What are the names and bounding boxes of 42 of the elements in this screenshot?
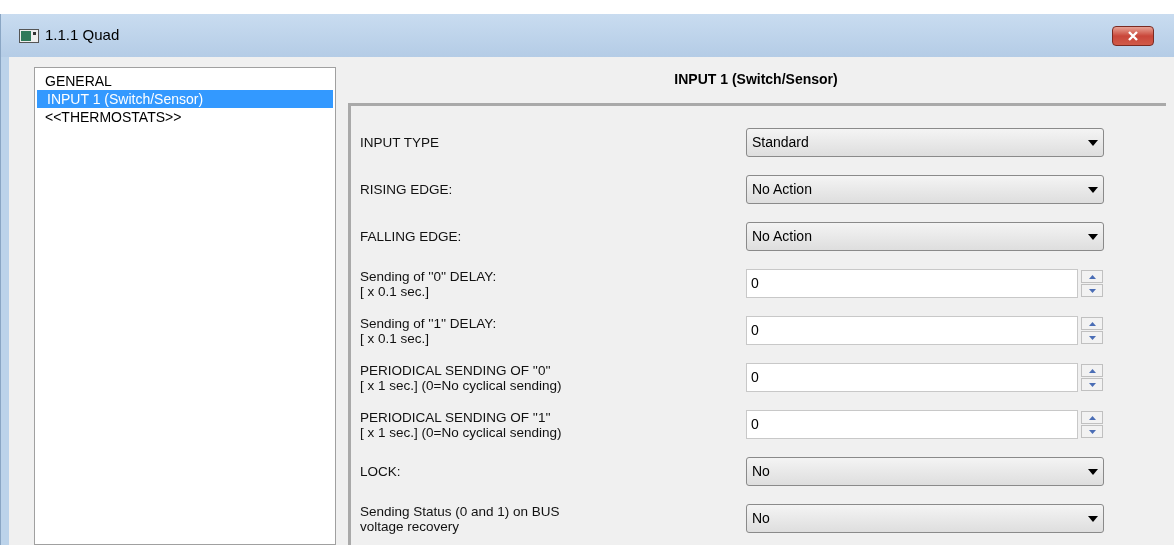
parameter-label: Sending of ''1'' DELAY: [ x 0.1 sec.]	[360, 315, 498, 346]
caret-icon	[1088, 233, 1098, 240]
dropdown[interactable]: No Action	[746, 222, 1104, 251]
up-arrow-icon	[1088, 415, 1096, 420]
down-arrow-icon	[1088, 382, 1096, 387]
up-arrow-icon	[1088, 321, 1096, 326]
number-field[interactable]: 0	[746, 269, 1078, 298]
parameter-label: LOCK:	[360, 464, 402, 479]
number-field[interactable]: 0	[746, 363, 1078, 392]
parameter-label: Sending Status (0 and 1) on BUS voltage recovery	[360, 503, 561, 534]
dropdown[interactable]: No	[746, 504, 1104, 533]
dropdown[interactable]: Standard	[746, 128, 1104, 157]
parameter-label: Sending of ''0'' DELAY: [ x 0.1 sec.]	[360, 268, 498, 299]
number-field[interactable]: 0	[746, 316, 1078, 345]
dropdown[interactable]: No Action	[746, 175, 1104, 204]
close-icon	[1127, 30, 1139, 41]
parameter-label: FALLING EDGE:	[360, 229, 463, 244]
spin-buttons[interactable]	[1081, 411, 1103, 438]
down-arrow-icon	[1088, 429, 1096, 434]
close-button[interactable]	[1112, 25, 1154, 46]
caret-icon	[1088, 468, 1098, 475]
caret-icon	[1088, 186, 1098, 193]
up-arrow-icon	[1088, 274, 1096, 279]
parameter-label: INPUT TYPE	[360, 135, 441, 150]
dropdown[interactable]: No	[746, 457, 1104, 486]
parameter-label: RISING EDGE:	[360, 182, 454, 197]
panel-title: INPUT 1 (Switch/Sensor)	[673, 70, 839, 89]
app-icon	[19, 28, 39, 43]
sidebar-item[interactable]: <<THERMOSTATS>>	[37, 108, 333, 126]
parameter-label: PERIODICAL SENDING OF ''0'' [ x 1 sec.] (0=No cyclical sending)	[360, 362, 563, 393]
window-title: 1.1.1 Quad	[45, 25, 120, 46]
down-arrow-icon	[1088, 335, 1096, 340]
sidebar-item[interactable]: GENERAL	[37, 72, 333, 90]
caret-icon	[1088, 139, 1098, 146]
spin-buttons[interactable]	[1081, 270, 1103, 297]
parameter-label: PERIODICAL SENDING OF ''1'' [ x 1 sec.] (0=No cyclical sending)	[360, 409, 563, 440]
caret-icon	[1088, 515, 1098, 522]
spin-buttons[interactable]	[1081, 364, 1103, 391]
spin-buttons[interactable]	[1081, 317, 1103, 344]
down-arrow-icon	[1088, 288, 1096, 293]
up-arrow-icon	[1088, 368, 1096, 373]
number-field[interactable]: 0	[746, 410, 1078, 439]
